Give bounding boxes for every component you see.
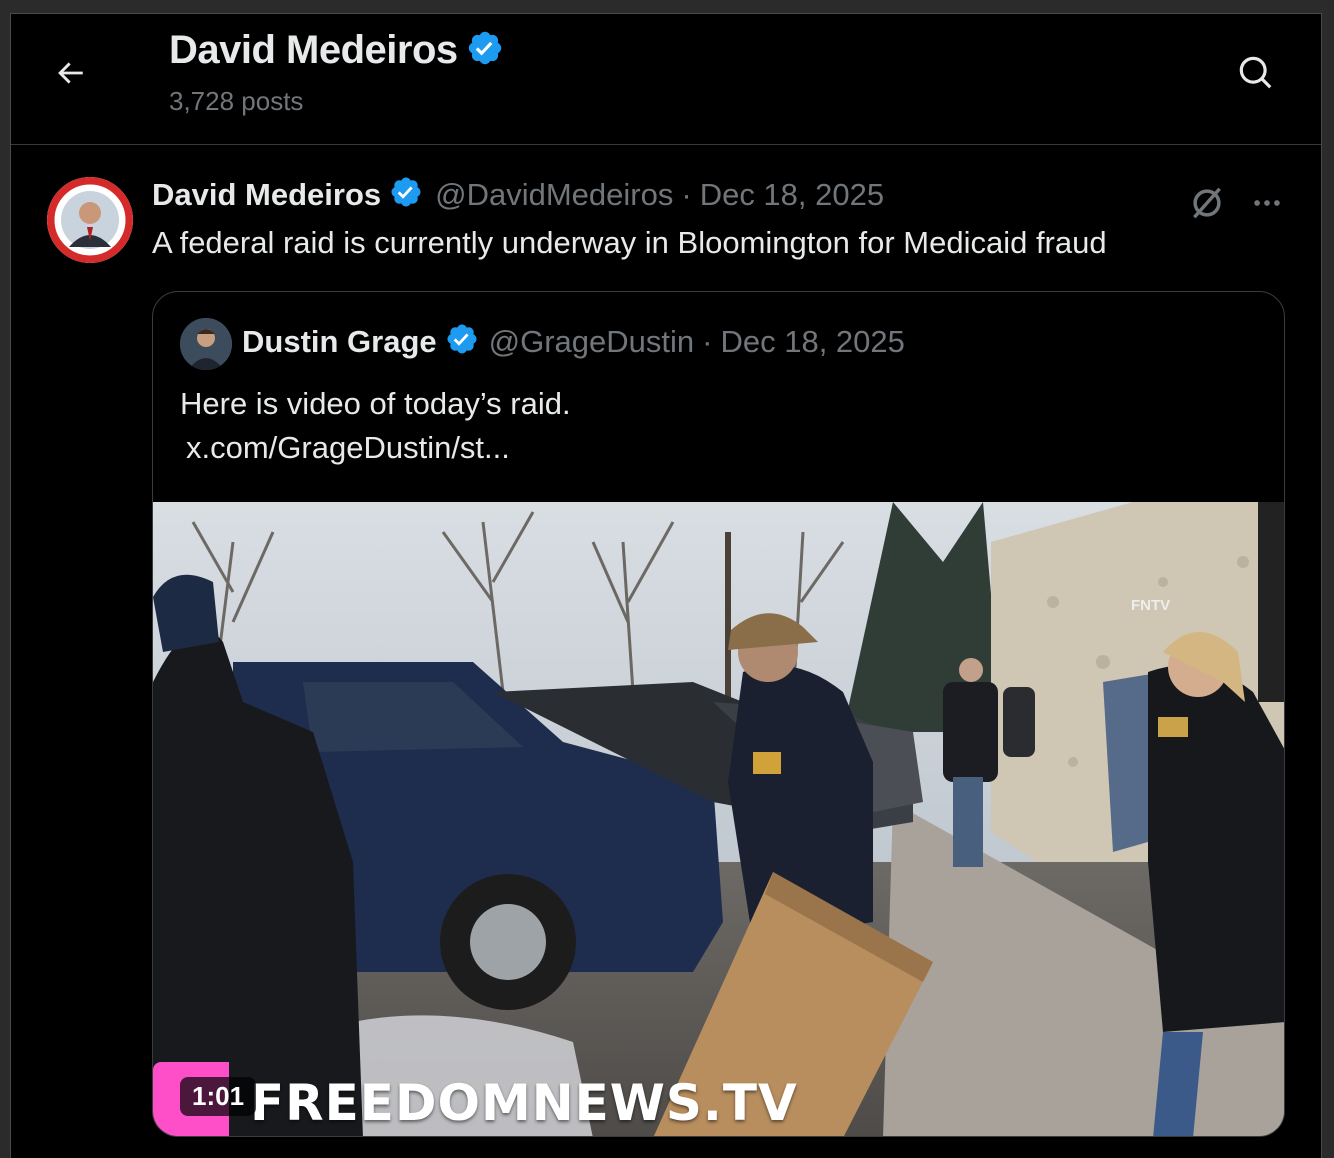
search-icon <box>1239 56 1272 89</box>
more-button[interactable] <box>1245 181 1289 225</box>
author-avatar[interactable] <box>47 177 133 263</box>
post-text: A federal raid is currently underway in … <box>152 225 1107 260</box>
author-handle[interactable]: @DavidMedeiros <box>435 177 673 213</box>
back-button[interactable] <box>47 50 93 96</box>
timeline-frame: David Medeiros 3,728 posts David Medeiro… <box>10 13 1322 1158</box>
more-icon <box>1254 200 1280 206</box>
quoted-author-avatar[interactable] <box>180 318 232 370</box>
page-title: David Medeiros <box>169 28 458 72</box>
grok-button[interactable] <box>1185 181 1229 225</box>
quoted-author-handle[interactable]: @GrageDustin <box>489 324 695 360</box>
quoted-post[interactable]: Dustin Grage @GrageDustin · Dec 18, 2025… <box>152 291 1285 1137</box>
separator-dot: · <box>681 176 692 212</box>
profile-header: David Medeiros 3,728 posts <box>11 14 1321 145</box>
arrow-left-icon <box>58 62 83 84</box>
quoted-post-link[interactable]: x.com/GrageDustin/st... <box>180 426 571 470</box>
video-player[interactable]: FNTV FREEDOMNEWS.TV 1:01 <box>153 502 1284 1136</box>
verified-badge-icon <box>466 29 504 72</box>
header-title-row: David Medeiros <box>169 28 504 73</box>
grok-icon <box>1193 187 1221 219</box>
quoted-post-body: Here is video of today’s raid. <box>180 386 571 421</box>
post-date[interactable]: Dec 18, 2025 <box>700 177 884 213</box>
post-header: David Medeiros @DavidMedeiros · Dec 18, … <box>152 175 884 214</box>
quoted-author-name[interactable]: Dustin Grage <box>242 324 437 360</box>
search-button[interactable] <box>1231 48 1281 98</box>
quoted-post-text: Here is video of today’s raid. x.com/Gra… <box>180 382 571 470</box>
window-top-strip <box>0 0 1334 13</box>
author-name[interactable]: David Medeiros <box>152 177 381 213</box>
video-frame-image <box>153 502 1284 1136</box>
quoted-post-header: Dustin Grage @GrageDustin · Dec 18, 2025 <box>242 322 905 361</box>
posts-count: 3,728 posts <box>169 86 304 116</box>
separator-dot: · <box>702 323 713 359</box>
verified-badge-icon <box>445 322 479 361</box>
verified-badge-icon <box>389 175 423 214</box>
video-duration-badge: 1:01 <box>180 1077 257 1116</box>
quoted-post-date[interactable]: Dec 18, 2025 <box>720 324 904 360</box>
corner-logo: FNTV <box>1131 597 1171 614</box>
video-watermark: FREEDOMNEWS.TV <box>250 1074 798 1132</box>
